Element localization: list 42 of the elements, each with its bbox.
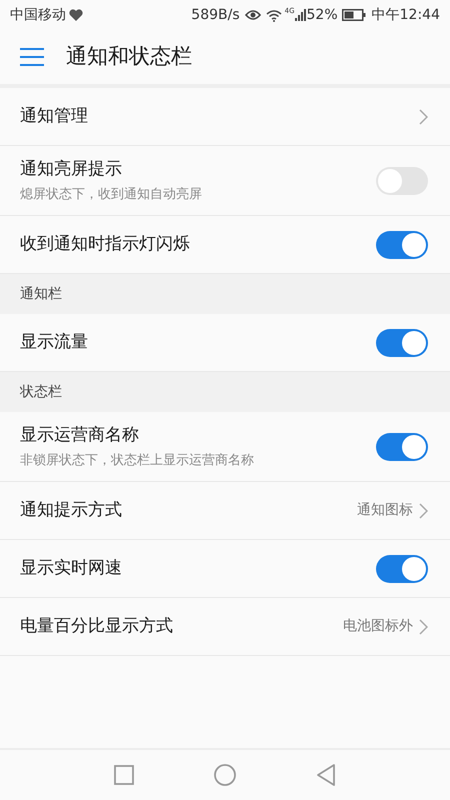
toggle-switch[interactable] <box>376 230 428 258</box>
row-title: 通知提示方式 <box>20 498 123 522</box>
row-title: 电量百分比显示方式 <box>20 614 174 638</box>
settings-row[interactable]: 显示运营商名称 非锁屏状态下，状态栏上显示运营商名称 <box>0 412 450 482</box>
chevron-icon <box>419 618 428 634</box>
row-subtitle: 熄屏状态下，收到通知自动亮屏 <box>20 186 203 204</box>
section-heading: 通知栏 <box>20 284 62 304</box>
row-title: 通知管理 <box>20 104 89 128</box>
chevron-icon <box>419 502 428 518</box>
battery-icon <box>342 9 366 21</box>
section-heading: 状态栏 <box>20 382 62 402</box>
home-icon[interactable] <box>214 764 236 786</box>
page-title: 通知和状态栏 <box>66 43 192 70</box>
clock: 中午12:44 <box>372 6 440 24</box>
row-title: 显示流量 <box>20 330 89 354</box>
toggle-switch[interactable] <box>376 432 428 460</box>
recents-icon[interactable] <box>114 765 134 785</box>
row-title: 通知亮屏提示 <box>20 158 123 181</box>
toggle-switch[interactable] <box>376 554 428 582</box>
back-icon[interactable] <box>316 764 336 786</box>
settings-row[interactable]: 电量百分比显示方式 电池图标外 <box>0 598 450 656</box>
toggle-switch[interactable] <box>376 166 428 194</box>
row-title: 显示运营商名称 <box>20 424 140 447</box>
row-value: 电池图标外 <box>343 617 413 636</box>
settings-row[interactable]: 通知管理 <box>0 88 450 146</box>
signal-icon <box>294 9 307 21</box>
settings-row[interactable]: 显示实时网速 <box>0 540 450 598</box>
row-subtitle: 非锁屏状态下，状态栏上显示运营商名称 <box>20 452 255 470</box>
menu-icon[interactable] <box>20 48 44 66</box>
toggle-switch[interactable] <box>376 328 428 356</box>
chevron-icon <box>419 108 428 124</box>
heart-icon <box>69 9 83 21</box>
settings-row[interactable]: 通知亮屏提示 熄屏状态下，收到通知自动亮屏 <box>0 146 450 216</box>
wifi-icon <box>266 8 282 22</box>
network-speed: 589B/s <box>191 6 240 24</box>
row-value: 通知图标 <box>357 501 413 520</box>
row-title: 显示实时网速 <box>20 556 123 580</box>
settings-row[interactable]: 通知提示方式 通知图标 <box>0 482 450 540</box>
carrier-name: 中国移动 <box>10 6 66 24</box>
battery-percent: 52% <box>306 6 338 24</box>
row-title: 收到通知时指示灯闪烁 <box>20 232 191 256</box>
eye-icon <box>244 9 261 21</box>
